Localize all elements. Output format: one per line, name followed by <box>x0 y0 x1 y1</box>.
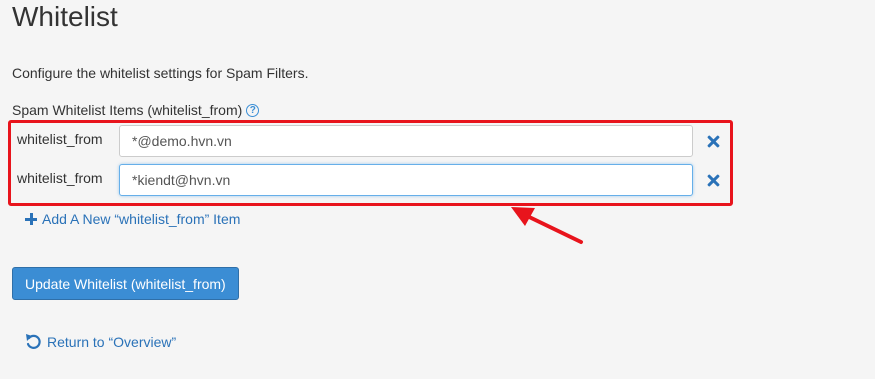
section-label-text: Spam Whitelist Items (whitelist_from) <box>12 102 243 118</box>
return-overview-link[interactable]: Return to “Overview” <box>25 333 176 351</box>
add-item-link[interactable]: Add A New “whitelist_from” Item <box>25 211 240 227</box>
whitelist-item-label: whitelist_from <box>17 170 103 186</box>
whitelist-item-label: whitelist_from <box>17 131 103 147</box>
question-circle-icon[interactable]: ? <box>246 103 260 117</box>
add-item-label: Add A New “whitelist_from” Item <box>42 211 241 227</box>
whitelist-item-input[interactable] <box>119 125 693 157</box>
whitelist-item-input[interactable] <box>119 164 693 196</box>
page-description: Configure the whitelist settings for Spa… <box>12 65 309 81</box>
whitelist-page: Whitelist Configure the whitelist settin… <box>0 0 875 379</box>
page-title: Whitelist <box>12 1 118 32</box>
whitelist-item-row: whitelist_from <box>17 124 721 158</box>
undo-icon <box>26 334 41 349</box>
red-arrow-annotation <box>511 207 583 244</box>
plus-icon <box>25 213 37 225</box>
section-label: Spam Whitelist Items (whitelist_from) ? <box>12 102 260 118</box>
remove-item-icon[interactable] <box>705 133 721 149</box>
return-overview-label: Return to “Overview” <box>47 334 177 350</box>
remove-item-icon[interactable] <box>705 172 721 188</box>
whitelist-item-row: whitelist_from <box>17 163 721 197</box>
update-whitelist-button[interactable]: Update Whitelist (whitelist_from) <box>12 267 239 300</box>
